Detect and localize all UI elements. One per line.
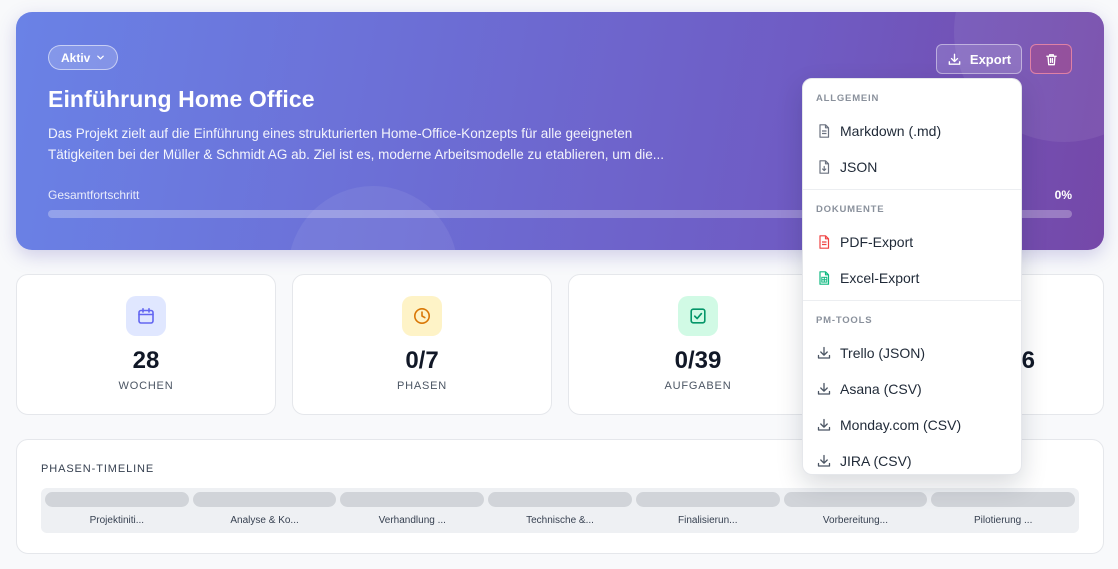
stat-label: WOCHEN	[118, 380, 174, 392]
timeline-phase[interactable]: Finalisierun...	[635, 492, 780, 529]
trash-icon	[1045, 53, 1057, 65]
stat-label: PHASEN	[396, 380, 448, 392]
project-title: Einführung Home Office	[48, 86, 315, 112]
file-spreadsheet-icon	[819, 271, 830, 285]
file-pdf-icon	[819, 235, 830, 249]
menu-section-heading: DOKUMENTE	[816, 204, 885, 215]
phase-label: Finalisierun...	[678, 515, 738, 526]
menu-item-label: JIRA (CSV)	[840, 453, 912, 469]
clock-icon	[414, 308, 430, 324]
menu-item-monday[interactable]: Monday.com (CSV)	[803, 407, 1021, 443]
stat-value: 0/7	[405, 347, 439, 374]
delete-button[interactable]	[1030, 44, 1072, 74]
phase-label: Verhandlung ...	[378, 515, 446, 526]
menu-item-trello[interactable]: Trello (JSON)	[803, 335, 1021, 371]
menu-section-heading: PM-TOOLS	[816, 315, 873, 326]
stat-value: 28	[132, 347, 160, 374]
phase-bar	[340, 492, 485, 507]
menu-item-markdown[interactable]: Markdown (.md)	[803, 113, 1021, 149]
timeline-phase[interactable]: Vorbereitung...	[783, 492, 928, 529]
phase-bar	[783, 492, 928, 507]
menu-section-documents: DOKUMENTE PDF-Export Excel-Export	[803, 190, 1021, 301]
export-menu: ALLGEMEIN Markdown (.md) JSON DOKUMENTE …	[802, 78, 1022, 475]
timeline-track: Projektiniti... Analyse & Ko... Verhandl…	[41, 488, 1079, 533]
calendar-icon	[138, 308, 154, 324]
phase-label: Projektiniti...	[89, 515, 145, 526]
stat-icon-container	[402, 296, 442, 336]
stat-card-tasks: 0/39 AUFGABEN	[568, 274, 828, 415]
menu-item-label: JSON	[840, 159, 878, 175]
decorative-circle	[288, 186, 458, 250]
menu-item-label: Trello (JSON)	[840, 345, 926, 361]
timeline-phase[interactable]: Technische &...	[488, 492, 632, 529]
stat-value: 0/39	[674, 347, 722, 374]
stat-card-phases: 0/7 PHASEN	[292, 274, 552, 415]
phase-bar	[192, 492, 337, 507]
check-square-icon	[690, 308, 706, 324]
menu-item-label: Asana (CSV)	[840, 381, 922, 397]
export-button[interactable]: Export	[936, 44, 1022, 74]
phase-bar	[635, 492, 780, 507]
download-icon	[817, 382, 831, 395]
file-text-icon	[819, 124, 830, 138]
chevron-down-icon	[97, 55, 105, 60]
status-dropdown[interactable]: Aktiv	[48, 45, 119, 70]
menu-item-jira[interactable]: JIRA (CSV)	[803, 443, 1021, 479]
menu-item-json[interactable]: JSON	[803, 149, 1021, 185]
phase-label: Pilotierung ...	[973, 515, 1033, 526]
stat-icon-container	[126, 296, 166, 336]
description-line: Tätigkeiten bei der Müller & Schmidt AG …	[48, 147, 665, 162]
menu-item-pdf[interactable]: PDF-Export	[803, 224, 1021, 260]
timeline-phase[interactable]: Pilotierung ...	[931, 492, 1076, 529]
phase-bar	[931, 492, 1076, 507]
stat-value: 6	[1021, 347, 1035, 374]
menu-item-label: Monday.com (CSV)	[840, 417, 962, 433]
progress-label: Gesamtfortschritt	[48, 188, 140, 202]
timeline-phase[interactable]: Projektiniti...	[45, 492, 189, 529]
description-line: Das Projekt zielt auf die Einführung ein…	[48, 126, 633, 141]
menu-item-label: Markdown (.md)	[840, 123, 942, 139]
stat-card-weeks: 28 WOCHEN	[16, 274, 276, 415]
menu-section-pm-tools: PM-TOOLS Trello (JSON) Asana (CSV) Monda…	[803, 301, 1021, 483]
menu-section-general: ALLGEMEIN Markdown (.md) JSON	[803, 85, 1021, 190]
phase-label: Vorbereitung...	[822, 515, 888, 526]
file-code-icon	[819, 160, 830, 174]
download-icon	[948, 53, 961, 65]
phase-label: Technische &...	[526, 515, 594, 526]
menu-item-label: PDF-Export	[840, 234, 914, 250]
menu-item-asana[interactable]: Asana (CSV)	[803, 371, 1021, 407]
progress-value: 0%	[1054, 188, 1072, 202]
download-icon	[817, 454, 831, 467]
phase-label: Analyse & Ko...	[230, 515, 299, 526]
project-description: Das Projekt zielt auf die Einführung ein…	[48, 123, 708, 165]
menu-section-heading: ALLGEMEIN	[816, 93, 880, 104]
menu-item-label: Excel-Export	[840, 270, 920, 286]
download-icon	[817, 418, 831, 431]
menu-item-excel[interactable]: Excel-Export	[803, 260, 1021, 296]
stat-label: AUFGABEN	[664, 380, 732, 392]
phase-bar	[45, 492, 189, 507]
phase-bar	[488, 492, 632, 507]
download-icon	[817, 346, 831, 359]
export-button-label: Export	[969, 51, 1012, 67]
timeline-phase[interactable]: Verhandlung ...	[340, 492, 485, 529]
stat-icon-container	[678, 296, 718, 336]
timeline-phase[interactable]: Analyse & Ko...	[192, 492, 337, 529]
timeline-title: PHASEN-TIMELINE	[41, 463, 155, 475]
status-label: Aktiv	[61, 50, 91, 65]
